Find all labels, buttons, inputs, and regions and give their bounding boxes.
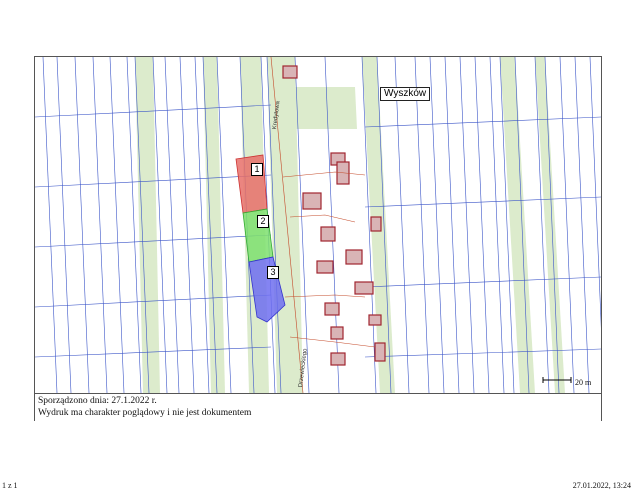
plot-1-label: 1 xyxy=(251,163,263,176)
map-legend: Sporządzono dnia: 27.1.2022 r. Wydruk ma… xyxy=(35,393,601,421)
plot-2-label: 2 xyxy=(257,215,269,228)
legend-date: Sporządzono dnia: 27.1.2022 r. xyxy=(38,396,157,406)
plot-3-label: 3 xyxy=(267,266,279,279)
legend-disclaimer: Wydruk ma charakter poglądowy i nie jest… xyxy=(38,408,252,418)
scale-label: 20 m xyxy=(575,378,592,387)
town-label: Wyszków xyxy=(380,87,431,101)
page-number: 1 z 1 xyxy=(2,481,18,490)
print-datetime: 27.01.2022, 13:24 xyxy=(572,481,631,490)
cadastral-map[interactable] xyxy=(35,57,601,393)
map-frame: Wyszków 1 2 3 Kredytowa Drzewieckiego 20… xyxy=(34,56,602,421)
green-strips xyxy=(135,57,565,393)
